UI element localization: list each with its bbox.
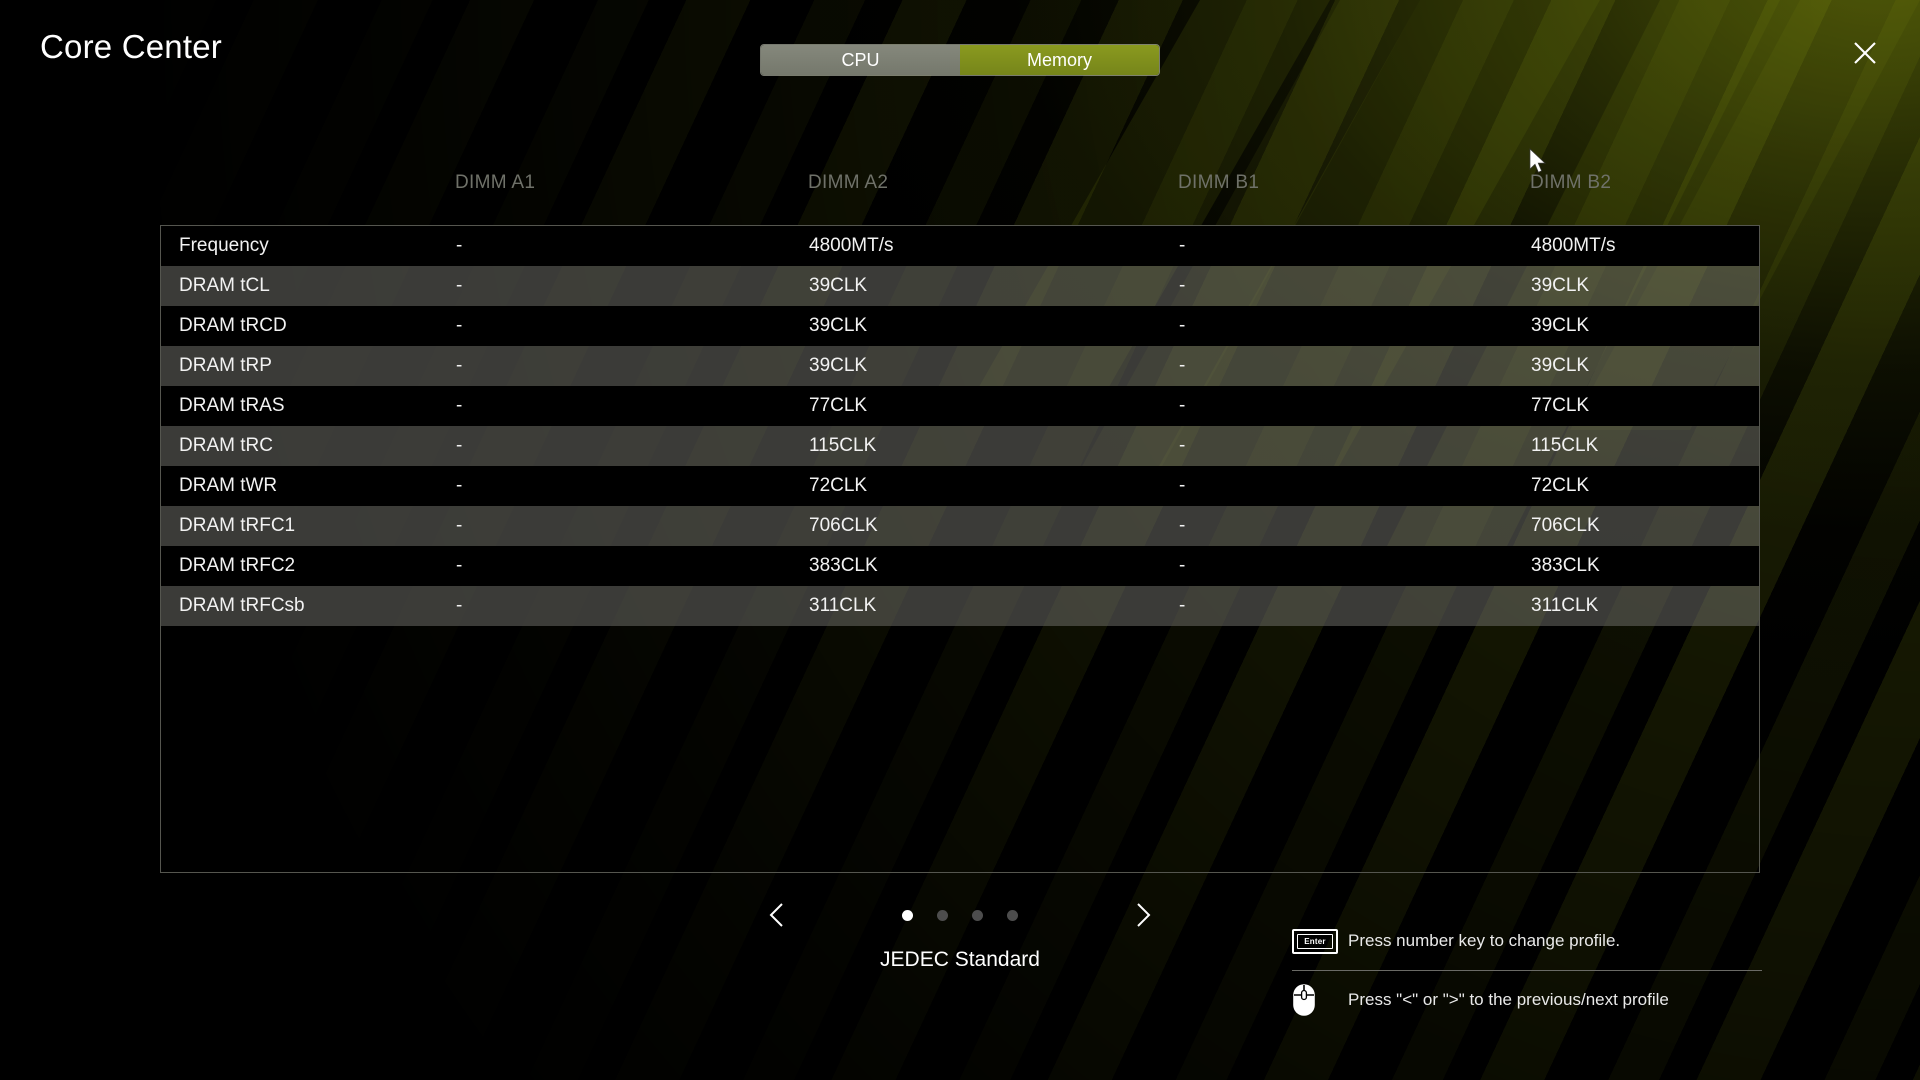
profile-dot-4[interactable] xyxy=(1007,909,1018,921)
cell-dimm-a1: - xyxy=(456,435,463,456)
table-row[interactable]: DRAM tRFC1 - 706CLK - 706CLK xyxy=(161,506,1759,546)
table-row[interactable]: Frequency - 4800MT/s - 4800MT/s xyxy=(161,226,1759,266)
cell-label: DRAM tRC xyxy=(179,435,273,456)
cell-dimm-a2: 39CLK xyxy=(809,275,868,296)
profile-dot-3[interactable] xyxy=(972,909,983,921)
cell-label: DRAM tRFCsb xyxy=(179,595,305,616)
column-header-dimm-a1: DIMM A1 xyxy=(455,172,536,193)
cell-dimm-a1: - xyxy=(456,595,463,616)
profile-dot-2[interactable] xyxy=(937,909,948,921)
help-item-change-profile: Enter Press number key to change profile… xyxy=(1292,912,1762,970)
mouse-icon xyxy=(1292,983,1348,1017)
table-row[interactable]: DRAM tWR - 72CLK - 72CLK xyxy=(161,466,1759,506)
cell-dimm-b1: - xyxy=(1179,555,1186,576)
cell-dimm-a1: - xyxy=(456,555,463,576)
page-title: Core Center xyxy=(40,28,222,65)
close-icon xyxy=(1854,42,1876,64)
profile-dot-1[interactable] xyxy=(902,909,913,921)
cell-label: DRAM tRFC2 xyxy=(179,555,296,576)
enter-key-label: Enter xyxy=(1304,936,1326,946)
cell-dimm-b2: 39CLK xyxy=(1531,355,1590,376)
cell-dimm-b2: 39CLK xyxy=(1531,315,1590,336)
cell-dimm-a2: 4800MT/s xyxy=(809,235,894,256)
cell-dimm-b2: 706CLK xyxy=(1531,515,1600,536)
cell-dimm-b1: - xyxy=(1179,435,1186,456)
cell-dimm-a2: 39CLK xyxy=(809,355,868,376)
cell-dimm-b1: - xyxy=(1179,355,1186,376)
current-profile-label: JEDEC Standard xyxy=(880,948,1040,971)
cell-dimm-b1: - xyxy=(1179,595,1186,616)
cell-dimm-b2: 77CLK xyxy=(1531,395,1590,416)
cell-label: DRAM tWR xyxy=(179,475,278,496)
cell-label: DRAM tCL xyxy=(179,275,270,296)
cell-dimm-b2: 72CLK xyxy=(1531,475,1590,496)
cell-dimm-b2: 383CLK xyxy=(1531,555,1600,576)
help-text-change-profile: Press number key to change profile. xyxy=(1348,931,1621,950)
cell-dimm-a1: - xyxy=(456,475,463,496)
cell-label: DRAM tRCD xyxy=(179,315,287,336)
cell-label: DRAM tRFC1 xyxy=(179,515,296,536)
cell-label: Frequency xyxy=(179,235,269,256)
cell-dimm-a1: - xyxy=(456,355,463,376)
cell-dimm-b1: - xyxy=(1179,395,1186,416)
cell-dimm-a1: - xyxy=(456,515,463,536)
cell-dimm-b1: - xyxy=(1179,515,1186,536)
cell-dimm-b1: - xyxy=(1179,475,1186,496)
column-header-dimm-b1: DIMM B1 xyxy=(1178,172,1260,193)
cell-label: DRAM tRP xyxy=(179,355,272,376)
help-text-prev-next-profile: Press "<" or ">" to the previous/next pr… xyxy=(1348,990,1669,1009)
cell-dimm-a1: - xyxy=(456,315,463,336)
table-row[interactable]: DRAM tCL - 39CLK - 39CLK xyxy=(161,266,1759,306)
cell-dimm-a2: 115CLK xyxy=(809,435,877,456)
close-button[interactable] xyxy=(1844,32,1886,74)
cell-dimm-b2: 115CLK xyxy=(1531,435,1599,456)
cell-label: DRAM tRAS xyxy=(179,395,285,416)
cell-dimm-b2: 4800MT/s xyxy=(1531,235,1616,256)
table-row[interactable]: DRAM tRP - 39CLK - 39CLK xyxy=(161,346,1759,386)
enter-key-icon: Enter xyxy=(1292,928,1348,954)
memory-timing-table: Frequency - 4800MT/s - 4800MT/s DRAM tCL… xyxy=(160,225,1760,873)
cell-dimm-a1: - xyxy=(456,395,463,416)
chevron-left-icon xyxy=(769,903,783,927)
table-row[interactable]: DRAM tRC - 115CLK - 115CLK xyxy=(161,426,1759,466)
cell-dimm-a2: 77CLK xyxy=(809,395,868,416)
profile-pagination[interactable] xyxy=(760,895,1160,935)
cell-dimm-b2: 311CLK xyxy=(1531,595,1599,616)
table-row[interactable]: DRAM tRCD - 39CLK - 39CLK xyxy=(161,306,1759,346)
cell-dimm-a2: 311CLK xyxy=(809,595,877,616)
cell-dimm-a2: 706CLK xyxy=(809,515,878,536)
cell-dimm-b1: - xyxy=(1179,235,1186,256)
table-column-headers: DIMM A1 DIMM A2 DIMM B1 DIMM B2 xyxy=(160,172,1760,204)
previous-profile-button[interactable] xyxy=(760,898,794,932)
help-panel: Enter Press number key to change profile… xyxy=(1292,912,1762,1029)
table-row[interactable]: DRAM tRFC2 - 383CLK - 383CLK xyxy=(161,546,1759,586)
cell-dimm-a1: - xyxy=(456,275,463,296)
help-item-prev-next-profile: Press "<" or ">" to the previous/next pr… xyxy=(1292,971,1762,1029)
chevron-right-icon xyxy=(1137,903,1151,927)
next-profile-button[interactable] xyxy=(1126,898,1160,932)
table-row[interactable]: DRAM tRAS - 77CLK - 77CLK xyxy=(161,386,1759,426)
tab-memory[interactable]: Memory xyxy=(960,45,1159,75)
cell-dimm-a2: 383CLK xyxy=(809,555,878,576)
profile-dot-list[interactable] xyxy=(902,909,1018,921)
column-header-dimm-a2: DIMM A2 xyxy=(808,172,889,193)
cell-dimm-a1: - xyxy=(456,235,463,256)
cell-dimm-b2: 39CLK xyxy=(1531,275,1590,296)
cell-dimm-b1: - xyxy=(1179,315,1186,336)
mode-toggle-group[interactable]: CPU Memory xyxy=(760,44,1160,76)
tab-cpu[interactable]: CPU xyxy=(761,45,960,75)
cell-dimm-b1: - xyxy=(1179,275,1186,296)
mouse-cursor-pointer xyxy=(1529,148,1546,173)
table-row[interactable]: DRAM tRFCsb - 311CLK - 311CLK xyxy=(161,586,1759,626)
cell-dimm-a2: 39CLK xyxy=(809,315,868,336)
cell-dimm-a2: 72CLK xyxy=(809,475,868,496)
